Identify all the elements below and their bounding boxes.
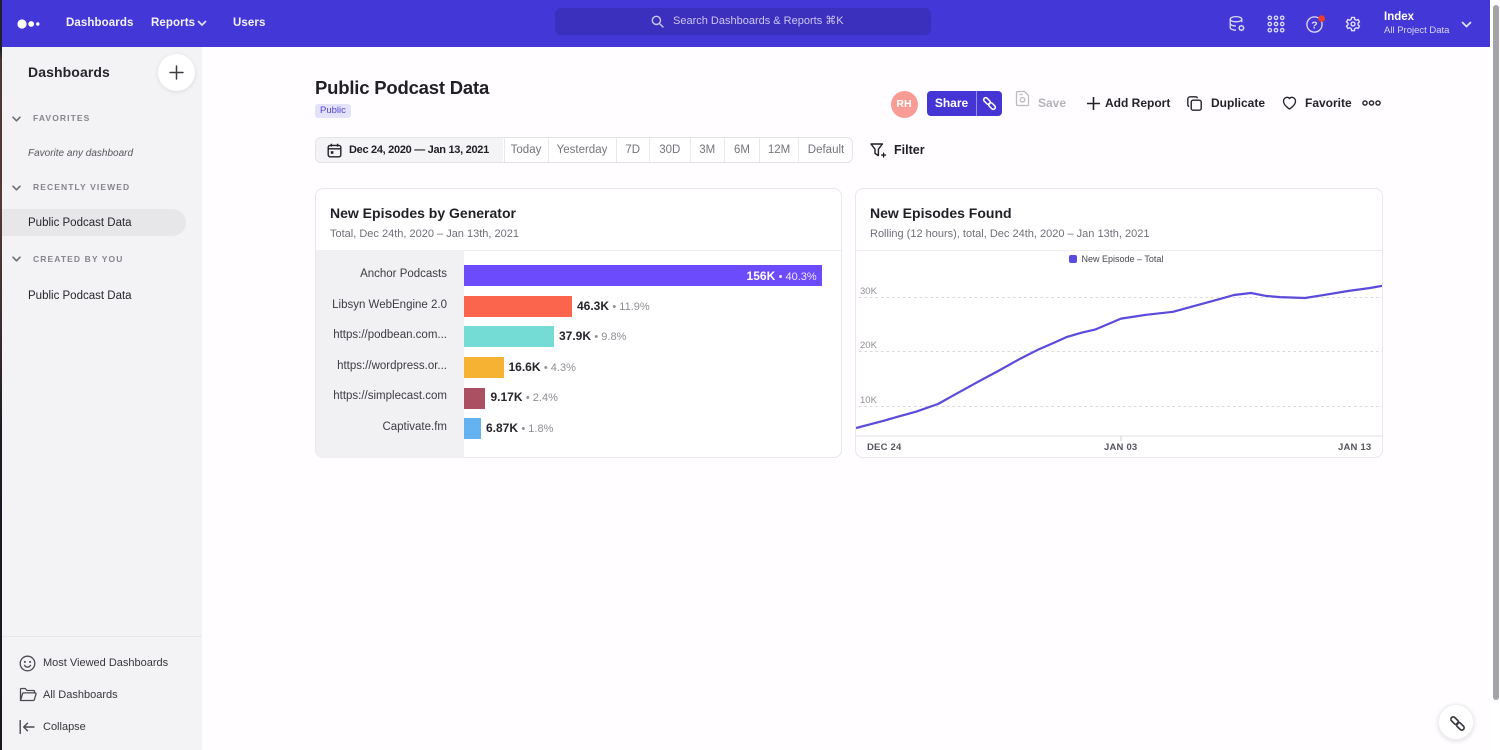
svg-text:?: ?: [1311, 19, 1317, 31]
